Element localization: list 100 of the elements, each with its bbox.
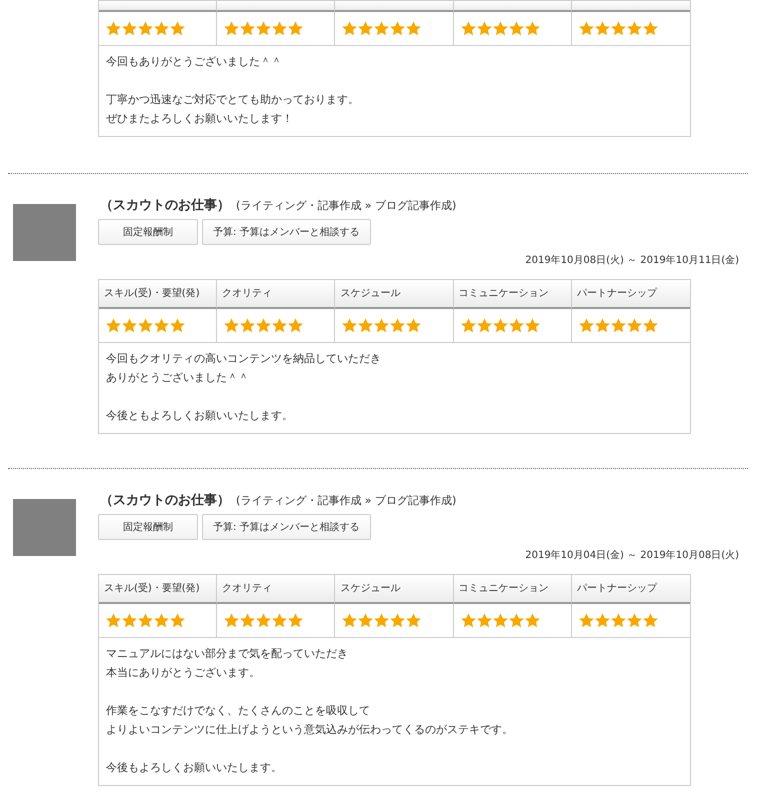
- comment-text: 今回もクオリティの高いコンテンツを納品していただき: [106, 351, 382, 367]
- star-icon: [170, 21, 185, 36]
- work-period: 2019年10月04日(金) ～ 2019年10月08日(火): [525, 550, 739, 561]
- star-icon: [610, 613, 626, 628]
- star-icon: [642, 613, 658, 628]
- star-icon: [578, 21, 594, 36]
- star-icon: [390, 613, 406, 628]
- star-icon: [256, 613, 272, 628]
- star-icon: [460, 21, 476, 36]
- star-icon: [138, 613, 153, 628]
- star-icon: [342, 21, 358, 36]
- star-icon: [358, 318, 374, 333]
- star-icon: [154, 318, 169, 333]
- comment-text: 今回もありがとうございました＾＾: [106, 54, 283, 70]
- comment-text: 今後ともよろしくお願いいたします。: [106, 408, 294, 424]
- star-icon: [240, 613, 256, 628]
- work-period: 2019年10月08日(火) ～ 2019年10月11日(金): [525, 255, 739, 266]
- star-icon: [374, 613, 390, 628]
- column-header: コミュニケーション: [454, 575, 572, 604]
- star-icon: [476, 318, 492, 333]
- star-icon: [358, 613, 374, 628]
- star-icon: [578, 318, 594, 333]
- star-icon: [492, 613, 508, 628]
- job-category: (ライティング・記事作成 » ブログ記事作成): [236, 198, 456, 213]
- star-icon: [406, 613, 422, 628]
- star-icon: [390, 21, 406, 36]
- star-icon: [626, 613, 642, 628]
- star-icon: [508, 318, 524, 333]
- star-icon: [272, 21, 288, 36]
- star-icon: [594, 613, 610, 628]
- star-icon: [508, 21, 524, 36]
- job-title: （スカウトのお仕事）: [100, 492, 230, 509]
- job-tag: 予算: 予算はメンバーと相談する: [202, 219, 371, 245]
- star-icon: [460, 613, 476, 628]
- star-icon: [476, 613, 492, 628]
- job-tag: 固定報酬制: [98, 514, 198, 540]
- star-icon: [642, 318, 658, 333]
- job-title: （スカウトのお仕事）: [100, 197, 230, 214]
- avatar: [13, 204, 76, 261]
- star-icon: [524, 21, 540, 36]
- star-icon: [406, 318, 422, 333]
- comment-text: マニュアルにはない部分まで気を配っていただき: [106, 646, 349, 662]
- column-header: コミュニケーション: [454, 280, 572, 309]
- star-icon: [170, 318, 185, 333]
- comment-text: 丁寧かつ迅速なご対応でとても助かっております。: [106, 92, 360, 108]
- comment-text: 今後もよろしくお願いいたします。: [106, 760, 283, 776]
- star-icon: [288, 613, 304, 628]
- star-icon: [492, 318, 508, 333]
- star-icon: [256, 318, 272, 333]
- avatar: [13, 499, 76, 556]
- star-icon: [106, 613, 121, 628]
- star-icon: [170, 613, 185, 628]
- column-header: スケジュール: [335, 575, 454, 604]
- star-icon: [224, 613, 240, 628]
- comment-text: ありがとうございました＾＾: [106, 370, 250, 386]
- star-icon: [524, 613, 540, 628]
- star-icon: [626, 21, 642, 36]
- star-icon: [578, 613, 594, 628]
- star-icon: [106, 318, 121, 333]
- star-icon: [272, 318, 288, 333]
- star-icon: [122, 21, 137, 36]
- comment-text: ぜひまたよろしくお願いいたします！: [106, 111, 294, 127]
- star-icon: [406, 21, 422, 36]
- comment-text: 本当にありがとうございます。: [106, 665, 261, 681]
- job-tag: 予算: 予算はメンバーと相談する: [202, 514, 371, 540]
- star-icon: [256, 21, 272, 36]
- star-icon: [594, 21, 610, 36]
- column-header: クオリティ: [217, 575, 336, 604]
- star-icon: [390, 318, 406, 333]
- star-icon: [610, 318, 626, 333]
- star-icon: [138, 318, 153, 333]
- column-header: スキル(受)・要望(発): [99, 280, 218, 309]
- comment-text: 作業をこなすだけでなく、たくさんのことを吸収して: [106, 703, 371, 719]
- column-header: スケジュール: [335, 280, 454, 309]
- star-icon: [106, 21, 121, 36]
- column-header: クオリティ: [217, 280, 336, 309]
- star-icon: [594, 318, 610, 333]
- star-icon: [154, 21, 169, 36]
- star-icon: [374, 318, 390, 333]
- star-icon: [342, 613, 358, 628]
- star-icon: [508, 613, 524, 628]
- star-icon: [342, 318, 358, 333]
- star-icon: [224, 318, 240, 333]
- star-icon: [642, 21, 658, 36]
- job-category: (ライティング・記事作成 » ブログ記事作成): [236, 493, 456, 508]
- star-icon: [154, 613, 169, 628]
- star-icon: [476, 21, 492, 36]
- star-icon: [138, 21, 153, 36]
- star-icon: [524, 318, 540, 333]
- star-icon: [224, 21, 240, 36]
- star-icon: [626, 318, 642, 333]
- column-header: スキル(受)・要望(発): [99, 575, 218, 604]
- comment-text: よりよいコンテンツに仕上げようという意気込みが伝わってくるのがステキです。: [106, 722, 514, 738]
- star-icon: [122, 318, 137, 333]
- star-icon: [240, 318, 256, 333]
- star-icon: [240, 21, 256, 36]
- star-icon: [610, 21, 626, 36]
- star-icon: [272, 613, 288, 628]
- star-icon: [358, 21, 374, 36]
- star-icon: [288, 21, 304, 36]
